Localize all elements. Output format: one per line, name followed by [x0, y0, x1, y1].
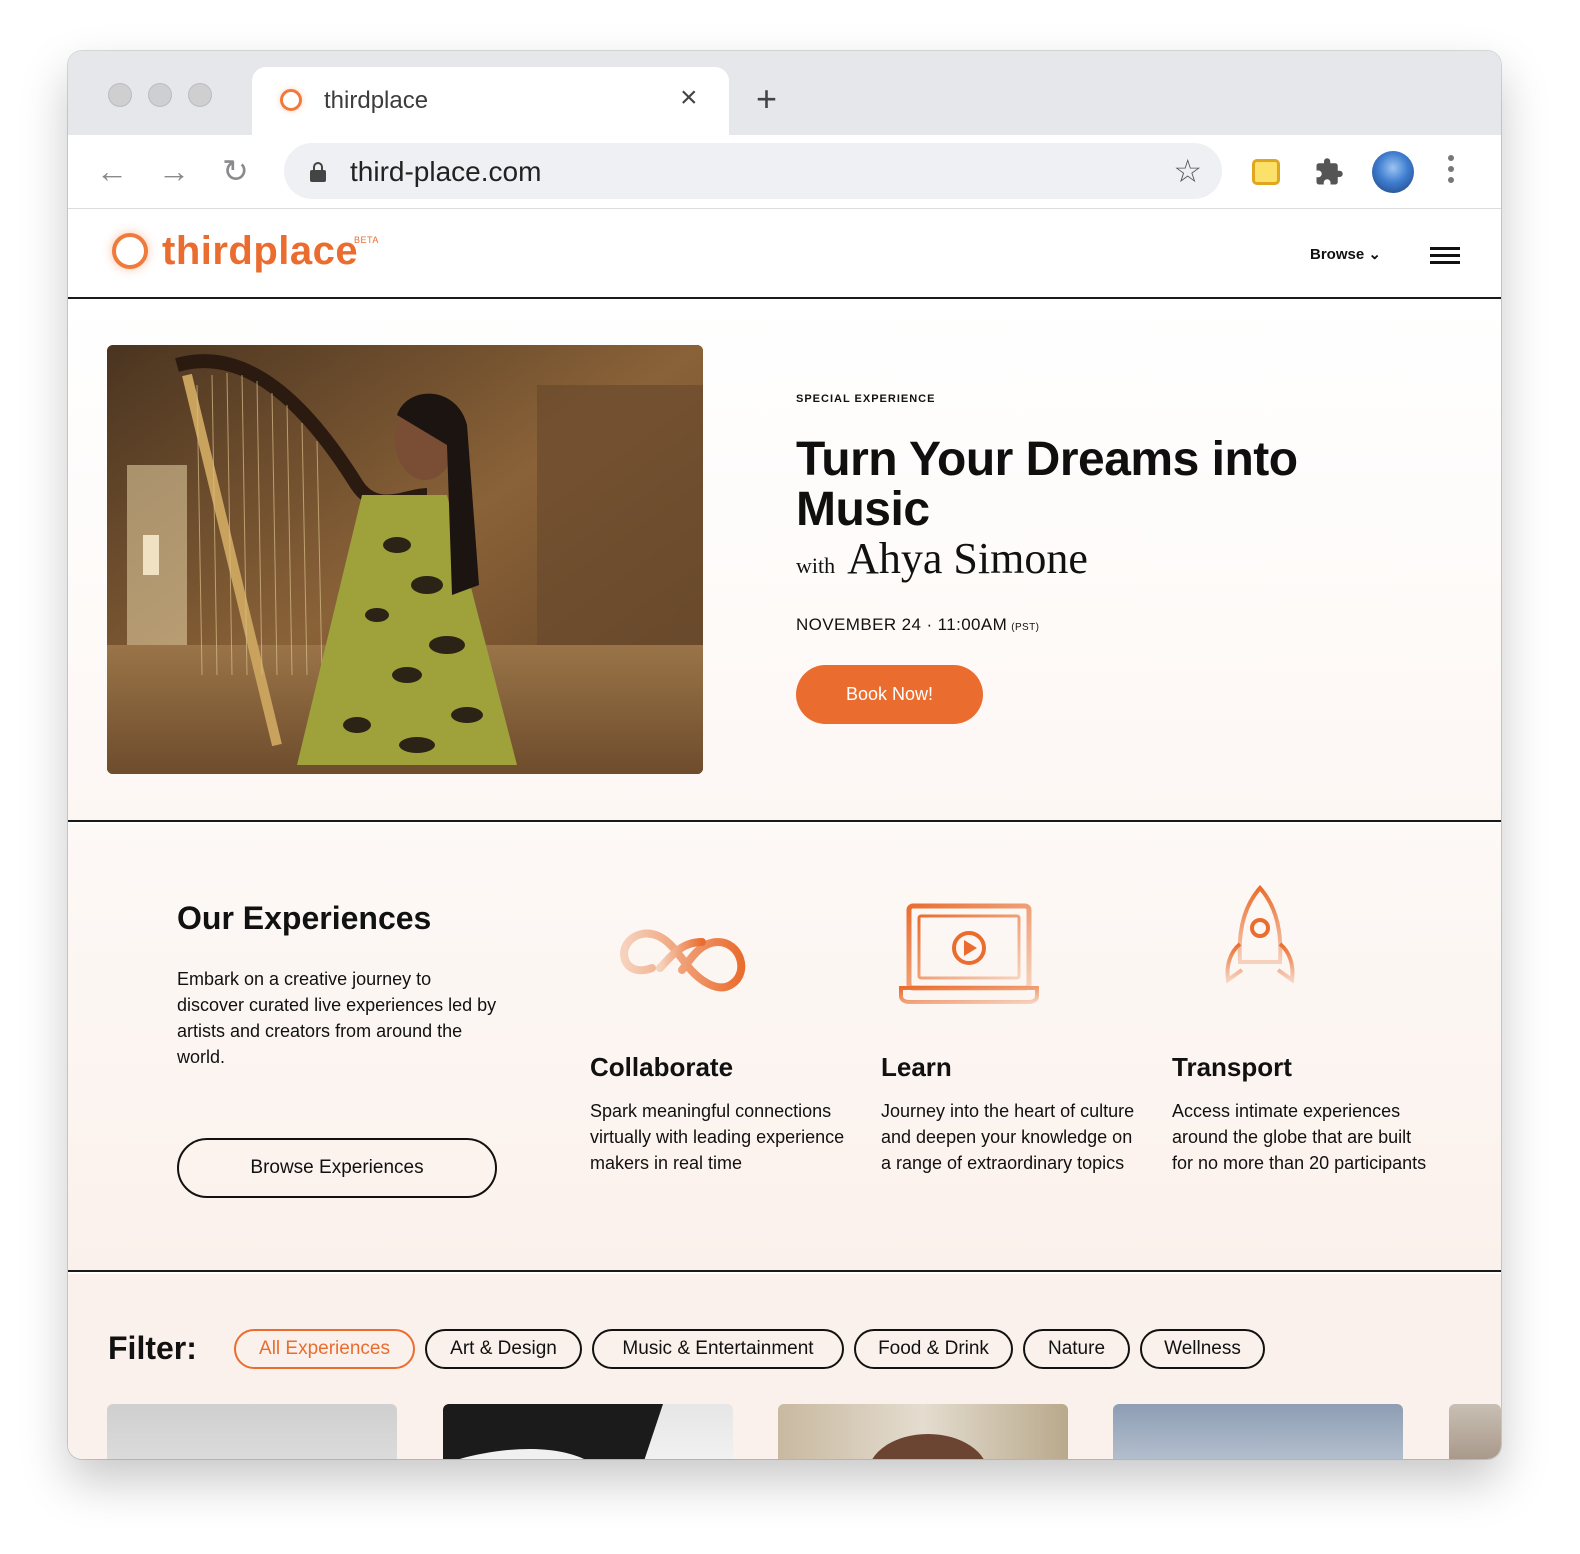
back-icon[interactable]: ← — [96, 153, 128, 189]
new-tab-icon[interactable]: + — [756, 81, 777, 117]
experience-card-image[interactable] — [1113, 1404, 1403, 1459]
more-menu-icon[interactable] — [1448, 155, 1456, 185]
feature-title: Transport — [1172, 1052, 1292, 1082]
browser-toolbar: ← → ↻ third-place.com ☆ — [68, 135, 1501, 209]
browser-tab[interactable]: thirdplace × — [252, 67, 729, 135]
extension-icon[interactable] — [1252, 159, 1280, 185]
timezone-text: (PST) — [1011, 622, 1040, 633]
bookmark-star-icon[interactable]: ☆ — [1173, 153, 1202, 189]
filter-section: Filter: All Experiences Art & Design Mus… — [68, 1274, 1501, 1459]
rocket-icon — [1172, 880, 1432, 1030]
experience-card-image[interactable] — [778, 1404, 1068, 1459]
book-now-button[interactable]: Book Now! — [796, 665, 983, 724]
experience-card-image[interactable] — [443, 1404, 733, 1459]
filter-chip-nature[interactable]: Nature — [1023, 1329, 1130, 1369]
hero-title: Turn Your Dreams into Music — [796, 433, 1298, 536]
filter-chip-art-design[interactable]: Art & Design — [425, 1329, 582, 1369]
url-text[interactable]: third-place.com — [350, 156, 541, 188]
profile-avatar[interactable] — [1372, 151, 1414, 193]
browse-menu[interactable]: Browse ⌄ — [1310, 245, 1381, 263]
forward-icon[interactable]: → — [158, 153, 190, 189]
feature-description: Journey into the heart of culture and de… — [881, 1101, 1135, 1173]
experience-card-image[interactable] — [1449, 1404, 1501, 1459]
feature-title: Learn — [881, 1052, 952, 1082]
hero-section: SPECIAL EXPERIENCE Turn Your Dreams into… — [68, 301, 1501, 822]
experiences-section: Our Experiences Embark on a creative jou… — [68, 824, 1501, 1272]
zoom-window-button[interactable] — [188, 83, 212, 107]
filter-label: Filter: — [108, 1330, 197, 1366]
filter-chip-music-entertainment[interactable]: Music & Entertainment — [592, 1329, 844, 1369]
feature-description: Access intimate experiences around the g… — [1172, 1101, 1427, 1173]
minimize-window-button[interactable] — [148, 83, 172, 107]
experience-card-image[interactable] — [107, 1404, 397, 1459]
filter-chip-food-drink[interactable]: Food & Drink — [854, 1329, 1013, 1369]
hero-eyebrow: SPECIAL EXPERIENCE — [796, 393, 936, 405]
favicon-icon — [280, 89, 302, 111]
address-bar[interactable]: third-place.com ☆ — [284, 143, 1222, 199]
extensions-puzzle-icon[interactable] — [1314, 157, 1344, 193]
feature-title: Collaborate — [590, 1052, 734, 1082]
laptop-play-icon — [881, 880, 1141, 1030]
hero-date: NOVEMBER 24 · 11:00AM (PST) — [796, 615, 1039, 635]
close-window-button[interactable] — [108, 83, 132, 107]
web-page: thirdplace BETA Browse ⌄ SPECIAL EXPERIE… — [68, 209, 1501, 1459]
logo-ring-icon[interactable] — [112, 233, 148, 269]
filter-chip-all-experiences[interactable]: All Experiences — [234, 1329, 415, 1369]
tab-strip: thirdplace × + — [68, 51, 1501, 135]
feature-description: Spark meaningful connections virtually w… — [590, 1101, 845, 1173]
tab-title: thirdplace — [324, 87, 429, 114]
browser-window: thirdplace × + ← → ↻ third-place.com ☆ t… — [68, 51, 1501, 1459]
close-tab-icon[interactable]: × — [680, 83, 698, 113]
site-header: thirdplace BETA Browse ⌄ — [68, 209, 1501, 299]
lock-icon — [310, 162, 326, 182]
browse-experiences-button[interactable]: Browse Experiences — [177, 1138, 497, 1198]
artist-name[interactable]: Ahya Simone — [847, 534, 1088, 583]
logo-text[interactable]: thirdplace — [162, 229, 358, 274]
hero-text: SPECIAL EXPERIENCE Turn Your Dreams into… — [796, 301, 1416, 820]
reload-icon[interactable]: ↻ — [222, 153, 249, 189]
date-text: NOVEMBER 24 · 11:00AM — [796, 615, 1008, 634]
filter-chip-wellness[interactable]: Wellness — [1140, 1329, 1265, 1369]
hero-artist-line: with Ahya Simone — [796, 533, 1088, 584]
experiences-description: Embark on a creative journey to discover… — [177, 969, 497, 1067]
infinity-icon — [590, 880, 850, 1030]
beta-badge: BETA — [354, 235, 379, 245]
experiences-title: Our Experiences — [177, 900, 432, 936]
hamburger-menu-icon[interactable] — [1430, 247, 1460, 265]
with-word: with — [796, 553, 836, 578]
hero-image-harpist — [107, 345, 703, 774]
